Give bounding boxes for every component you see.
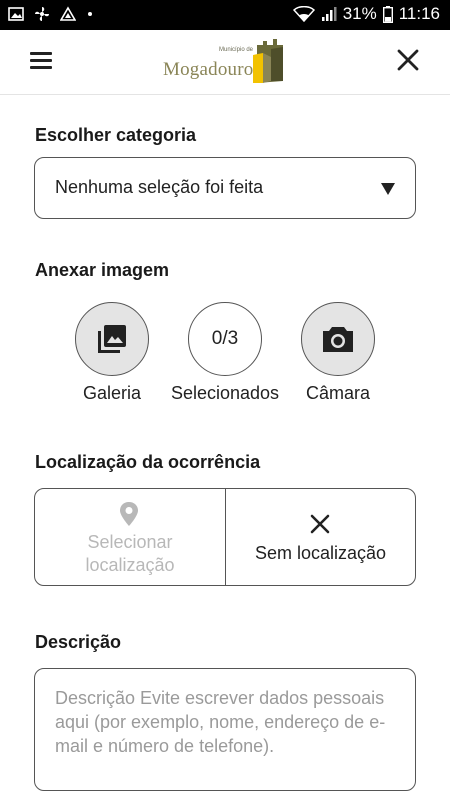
app-header: Município de Mogadouro [0, 30, 450, 95]
no-location-button[interactable]: Sem localização [226, 489, 415, 585]
more-notifications-dot [88, 12, 92, 16]
clock: 11:16 [398, 4, 440, 23]
category-title: Escolher categoria [35, 125, 197, 145]
wifi-icon [292, 6, 315, 22]
logo-title: Mogadouro [163, 59, 254, 80]
signal-icon [321, 7, 337, 21]
description-title: Descrição [35, 632, 122, 652]
status-bar: 31% 11:16 [0, 0, 450, 30]
menu-icon-bar [30, 52, 52, 55]
battery-icon [382, 5, 393, 23]
camera-icon [323, 327, 353, 352]
fan-notification-icon [35, 7, 49, 21]
gallery-label: Galeria [82, 383, 142, 403]
gallery-button[interactable] [75, 302, 149, 376]
category-select[interactable]: Nenhuma seleção foi feita [34, 157, 416, 219]
category-select-value: Nenhuma seleção foi feita [55, 177, 264, 197]
no-location-label: Sem localização [254, 543, 387, 563]
menu-icon-bar [30, 59, 52, 62]
select-location-label: Selecionar localização [35, 531, 225, 577]
castle-logo-icon [253, 39, 283, 83]
description-textarea[interactable]: Descrição Evite escrever dados pessoais … [34, 668, 416, 791]
photo-library-icon [98, 325, 126, 353]
selected-count-indicator: 0/3 [188, 302, 262, 376]
close-icon[interactable] [396, 48, 420, 72]
logo-subtitle: Município de [219, 47, 254, 53]
battery-percent: 31% [342, 4, 377, 23]
camera-label: Câmara [305, 383, 371, 403]
camera-button[interactable] [301, 302, 375, 376]
municipality-logo: Município de Mogadouro [163, 37, 288, 87]
dropdown-arrow-icon [381, 183, 395, 195]
status-right: 31% 11:16 [292, 4, 440, 24]
location-pin-icon [120, 502, 138, 526]
select-location-line1: Selecionar [87, 532, 173, 552]
selected-count: 0/3 [211, 328, 239, 349]
menu-button[interactable] [30, 52, 52, 70]
close-icon [310, 514, 330, 534]
attach-image-title: Anexar imagem [35, 260, 170, 280]
status-left-icons [8, 6, 92, 22]
menu-icon-bar [30, 66, 52, 69]
drive-notification-icon [60, 6, 76, 21]
select-location-button[interactable]: Selecionar localização [35, 489, 226, 585]
location-options: Selecionar localização Sem localização [34, 488, 416, 586]
selected-label: Selecionados [170, 383, 280, 403]
select-location-line2: localização [85, 555, 175, 575]
location-title: Localização da ocorrência [35, 452, 261, 472]
image-notification-icon [8, 7, 24, 21]
